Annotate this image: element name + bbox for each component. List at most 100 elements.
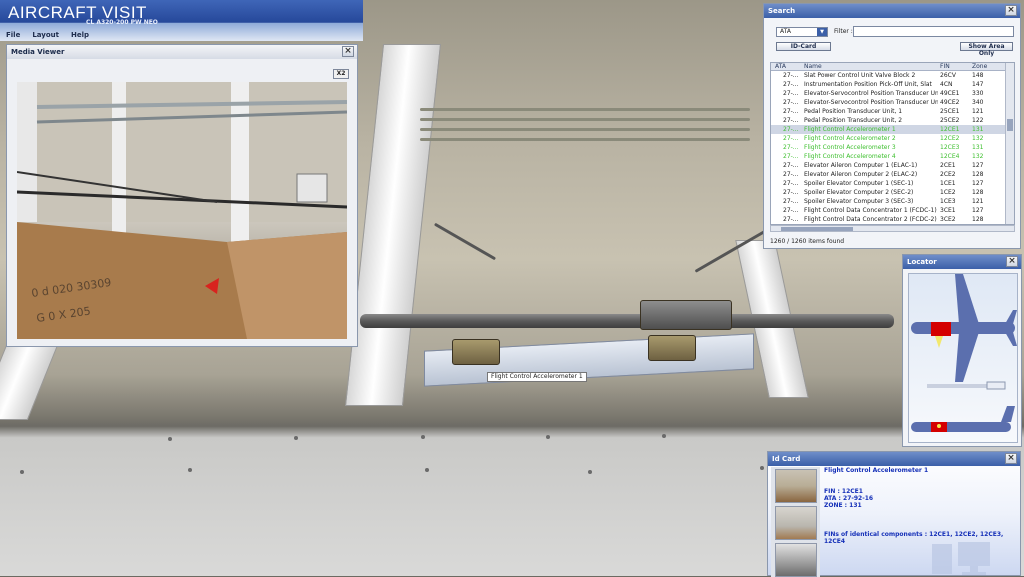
scrollbar-thumb[interactable] — [781, 227, 853, 231]
cell-name: Flight Control Accelerometer 4 — [804, 153, 896, 160]
column-header-fin[interactable]: FIN — [938, 63, 970, 70]
table-row[interactable]: 27-... Flight Control Accelerometer 1 12CE… — [771, 125, 1014, 134]
zoom-x2-button[interactable]: X2 — [333, 69, 349, 79]
photo-thumbnail[interactable] — [775, 506, 817, 540]
filter-input[interactable] — [853, 26, 1014, 37]
id-card-close-button[interactable]: × — [1005, 453, 1017, 464]
media-viewer-title[interactable]: Media Viewer × — [7, 45, 357, 59]
cell-ata: 27-... — [783, 144, 799, 151]
chevron-down-icon[interactable]: ▼ — [817, 28, 827, 36]
table-row[interactable]: 27-... Spoiler Elevator Computer 3 (SEC-3… — [771, 197, 1014, 206]
cell-zone: 128 — [972, 189, 984, 196]
column-header-zone[interactable]: Zone — [970, 63, 1000, 70]
table-row[interactable]: 27-... Flight Control Data Concentrator 2… — [771, 215, 1014, 224]
accelerometer-2-3d[interactable] — [648, 335, 696, 361]
search-type-select[interactable]: ATA ▼ — [776, 27, 828, 37]
cell-fin: 1CE1 — [940, 180, 956, 187]
rivet — [588, 470, 592, 474]
filter-label: Filter : — [834, 28, 853, 35]
cell-ata: 27-... — [783, 180, 799, 187]
cell-name: Pedal Position Transducer Unit, 1 — [804, 108, 903, 115]
table-row[interactable]: 27-... Pedal Position Transducer Unit, 1 2… — [771, 107, 1014, 116]
cell-zone: 122 — [972, 117, 984, 124]
cable — [420, 128, 750, 131]
rivet — [662, 434, 666, 438]
table-row[interactable]: 27-... Flight Control Accelerometer 2 12CE… — [771, 134, 1014, 143]
locator-view[interactable] — [908, 273, 1018, 443]
locator-close-button[interactable]: × — [1006, 256, 1018, 267]
rivet — [168, 437, 172, 441]
cell-ata: 27-... — [783, 90, 799, 97]
rivet — [760, 466, 764, 470]
id-card-title-text: Id Card — [772, 455, 801, 463]
cell-fin: 49CE1 — [940, 90, 960, 97]
table-row[interactable]: 27-... Instrumentation Position Pick-Off … — [771, 80, 1014, 89]
cell-ata: 27-... — [783, 72, 799, 79]
cable — [433, 222, 497, 261]
cell-zone: 340 — [972, 99, 984, 106]
table-row[interactable]: 27-... Spoiler Elevator Computer 1 (SEC-1… — [771, 179, 1014, 188]
rivet — [421, 435, 425, 439]
cell-name: Slat Power Control Unit Valve Block 2 — [804, 72, 916, 79]
aircraft-top-view — [911, 274, 1017, 382]
id-card-title[interactable]: Id Card × — [768, 452, 1020, 466]
table-row[interactable]: 27-... Flight Control Accelerometer 3 12CE… — [771, 143, 1014, 152]
table-header: ATA Name FIN Zone — [771, 63, 1014, 71]
component-ata: ATA : 27-92-16 — [824, 495, 874, 502]
menu-help[interactable]: Help — [65, 31, 95, 39]
column-header-ata[interactable]: ATA — [771, 63, 801, 70]
id-card-panel: Id Card × Flight Control Accelerometer 1… — [767, 451, 1021, 577]
results-vertical-scrollbar[interactable] — [1005, 63, 1014, 224]
cable — [420, 108, 750, 111]
table-row[interactable]: 27-... Flight Control Accelerometer 4 12CE… — [771, 152, 1014, 161]
table-row[interactable]: 27-... Pedal Position Transducer Unit, 2 2… — [771, 116, 1014, 125]
media-viewer-close-button[interactable]: × — [342, 46, 354, 57]
cell-fin: 25CE1 — [940, 108, 960, 115]
accelerometer-1-3d[interactable] — [452, 339, 500, 365]
table-row[interactable]: 27-... Elevator Aileron Computer 1 (ELAC-… — [771, 161, 1014, 170]
search-panel: Search × ATA ▼ Filter : ID-Card Show Are… — [763, 3, 1021, 249]
table-row[interactable]: 27-... Flight Control Data Concentrator 1… — [771, 206, 1014, 215]
show-area-only-button[interactable]: Show Area Only — [960, 42, 1013, 57]
component-fin: FIN : 12CE1 — [824, 488, 863, 495]
rivet — [20, 470, 24, 474]
media-viewer-title-text: Media Viewer — [11, 48, 65, 56]
photo-thumbnail[interactable] — [775, 543, 817, 577]
menu-file[interactable]: File — [0, 31, 26, 39]
column-header-name[interactable]: Name — [801, 63, 938, 70]
locator-slider-handle[interactable] — [986, 381, 1006, 390]
table-row[interactable]: 27-... Elevator-Servocontrol Position Tra… — [771, 98, 1014, 107]
cell-ata: 27-... — [783, 126, 799, 133]
table-row[interactable]: 27-... Elevator-Servocontrol Position Tra… — [771, 89, 1014, 98]
table-row[interactable]: 27-... Slat Power Control Unit Valve Bloc… — [771, 71, 1014, 80]
media-viewer-panel: Media Viewer × X2 0 d 020 30309 G 0 X 20… — [6, 44, 358, 347]
photo-thumbnails — [771, 467, 820, 577]
cell-ata: 27-... — [783, 216, 799, 223]
cell-fin: 2CE2 — [940, 171, 956, 178]
id-card-button[interactable]: ID-Card — [776, 42, 831, 51]
cell-zone: 147 — [972, 81, 984, 88]
photo-thumbnail[interactable] — [775, 469, 817, 503]
scrollbar-thumb[interactable] — [1007, 119, 1013, 131]
table-row[interactable]: 27-... Elevator Aileron Computer 2 (ELAC-… — [771, 170, 1014, 179]
results-horizontal-scrollbar[interactable] — [770, 225, 1015, 232]
cell-ata: 27-... — [783, 99, 799, 106]
cable — [420, 118, 750, 121]
cell-fin: 12CE4 — [940, 153, 960, 160]
cell-name: Elevator Aileron Computer 1 (ELAC-1) — [804, 162, 918, 169]
cell-zone: 127 — [972, 180, 984, 187]
search-type-value: ATA — [780, 28, 791, 35]
menu-bar: File Layout Help — [0, 28, 95, 41]
cell-fin: 1CE2 — [940, 189, 956, 196]
search-close-button[interactable]: × — [1005, 5, 1017, 16]
computer-watermark-icon — [932, 542, 990, 575]
aircraft-side-view — [911, 406, 1015, 432]
search-title-text: Search — [768, 7, 796, 15]
cell-name: Flight Control Accelerometer 1 — [804, 126, 896, 133]
aircraft-locator-diagram — [911, 274, 1017, 432]
search-title[interactable]: Search × — [764, 4, 1020, 18]
locator-title[interactable]: Locator × — [903, 255, 1021, 269]
cell-ata: 27-... — [783, 171, 799, 178]
menu-layout[interactable]: Layout — [26, 31, 65, 39]
table-row[interactable]: 27-... Spoiler Elevator Computer 2 (SEC-2… — [771, 188, 1014, 197]
